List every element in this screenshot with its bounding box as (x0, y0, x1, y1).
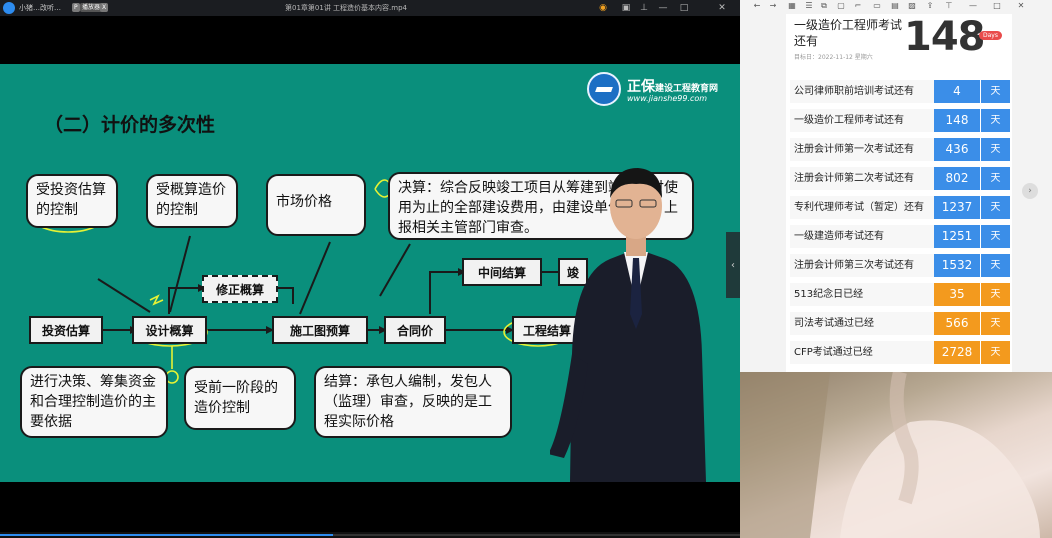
x-badge: X (100, 3, 109, 12)
playback-control-bar[interactable] (0, 532, 740, 538)
box-investment-estimate: 投资估算 (29, 316, 103, 344)
countdown-panel: ← → ▦ ☰ ⧉ ▢ ⌐ ▭ ▤ ▨ ⇪ ⊤ — □ ✕ 一级造价工程师考试还… (740, 0, 1052, 538)
countdown-value: 4 (934, 80, 980, 103)
featured-exam-title: 一级造价工程师考试还有 (794, 18, 903, 48)
countdown-label: 一级造价工程师考试还有 (790, 109, 934, 132)
crop-icon[interactable]: ⌐ (853, 1, 863, 11)
countdown-row[interactable]: 公司律师职前培训考试还有 4 天 (790, 80, 1010, 103)
minimize-icon[interactable]: — (657, 2, 669, 14)
countdown-row[interactable]: 513纪念日已经 35 天 (790, 283, 1010, 306)
target-date: 目标日：2022-11-12 星期六 (794, 54, 873, 61)
bubble-market-price: 市场价格 (266, 174, 366, 236)
countdown-row[interactable]: 一级建造师考试还有 1251 天 (790, 225, 1010, 248)
player-title-bar[interactable]: 小猪…改听… P 播放器 X 第01章第01讲 工程造价基本内容.mp4 ◉ ▣… (0, 0, 740, 16)
back-icon[interactable]: ← (752, 1, 762, 11)
countdown-row[interactable]: 一级造价工程师考试还有 148 天 (790, 109, 1010, 132)
gamepad-icon[interactable]: ◉ (597, 2, 609, 14)
countdown-unit: 天 (981, 109, 1010, 132)
countdown-value: 1237 (934, 196, 980, 219)
countdown-unit: 天 (981, 167, 1010, 190)
forward-icon[interactable]: → (768, 1, 778, 11)
box-construction-budget: 施工图预算 (272, 316, 368, 344)
video-player[interactable]: 小猪…改听… P 播放器 X 第01章第01讲 工程造价基本内容.mp4 ◉ ▣… (0, 0, 740, 538)
countdown-unit: 天 (981, 283, 1010, 306)
countdown-unit: 天 (981, 80, 1010, 103)
pin-icon[interactable]: ⊥ (638, 2, 650, 14)
countdown-card: 一级造价工程师考试还有 目标日：2022-11-12 星期六 148 Days … (786, 14, 1012, 372)
countdown-value: 1251 (934, 225, 980, 248)
p-badge: P (72, 3, 80, 12)
countdown-unit: 天 (981, 225, 1010, 248)
collapse-panel-button[interactable]: ‹ (726, 232, 740, 298)
progress-fill (0, 534, 333, 536)
panel-maximize-icon[interactable]: □ (992, 1, 1002, 11)
screenshot-icon[interactable]: ▣ (620, 2, 632, 14)
countdown-value: 802 (934, 167, 980, 190)
lecture-slide: 正保建设工程教育网 www.jianshe99.com （二）计价的多次性 受投… (0, 64, 740, 482)
image-icon[interactable]: ▨ (907, 1, 917, 11)
box-contract-price: 合同价 (384, 316, 446, 344)
window-icon[interactable]: ▢ (836, 1, 846, 11)
days-badge: Days (979, 31, 1002, 40)
bubble-budget-control: 受概算造价的控制 (146, 174, 238, 228)
countdown-label: 公司律师职前培训考试还有 (790, 80, 934, 103)
countdown-label: 司法考试通过已经 (790, 312, 934, 335)
countdown-row[interactable]: 注册会计师第一次考试还有 436 天 (790, 138, 1010, 161)
bubble-settlement: 结算：承包人编制，发包人（监理）审查，反映的是工程实际价格 (314, 366, 512, 438)
layers-icon[interactable]: ▭ (872, 1, 882, 11)
app-logo-icon (3, 2, 15, 14)
countdown-label: 专利代理师考试（暂定）还有 (790, 196, 934, 219)
grid-icon[interactable]: ▦ (787, 1, 797, 11)
countdown-unit: 天 (981, 341, 1010, 364)
countdown-label: 一级建造师考试还有 (790, 225, 934, 248)
player-badge: 播放器 (80, 3, 103, 12)
countdown-value: 1532 (934, 254, 980, 277)
countdown-value: 35 (934, 283, 980, 306)
countdown-value: 148 (934, 109, 980, 132)
close-icon[interactable]: ✕ (716, 2, 728, 14)
panel-close-icon[interactable]: ✕ (1016, 1, 1026, 11)
pin-window-icon[interactable]: ⊤ (944, 1, 954, 11)
countdown-unit: 天 (981, 312, 1010, 335)
countdown-unit: 天 (981, 254, 1010, 277)
countdown-row[interactable]: 注册会计师第三次考试还有 1532 天 (790, 254, 1010, 277)
panel-minimize-icon[interactable]: — (968, 1, 978, 11)
countdown-label: 注册会计师第一次考试还有 (790, 138, 934, 161)
countdown-row[interactable]: 专利代理师考试（暂定）还有 1237 天 (790, 196, 1010, 219)
menu-icon[interactable]: ☰ (804, 1, 814, 11)
maximize-icon[interactable]: □ (678, 2, 690, 14)
screen: 小猪…改听… P 播放器 X 第01章第01讲 工程造价基本内容.mp4 ◉ ▣… (0, 0, 1052, 538)
countdown-label: 注册会计师第三次考试还有 (790, 254, 934, 277)
webcam-image (740, 372, 1040, 538)
countdown-unit: 天 (981, 196, 1010, 219)
countdown-row[interactable]: 司法考试通过已经 566 天 (790, 312, 1010, 335)
bubble-prev-stage: 受前一阶段的造价控制 (184, 366, 296, 430)
bubble-decision-basis: 进行决策、筹集资金和合理控制造价的主要依据 (20, 366, 168, 438)
app-name: 小猪…改听… (19, 4, 61, 12)
countdown-label: 注册会计师第二次考试还有 (790, 167, 934, 190)
countdown-row[interactable]: 注册会计师第二次考试还有 802 天 (790, 167, 1010, 190)
countdown-row[interactable]: CFP考试通过已经 2728 天 (790, 341, 1010, 364)
countdown-unit: 天 (981, 138, 1010, 161)
countdown-value: 566 (934, 312, 980, 335)
copy-icon[interactable]: ⧉ (819, 1, 829, 11)
panel-toolbar: ← → ▦ ☰ ⧉ ▢ ⌐ ▭ ▤ ▨ ⇪ ⊤ — □ ✕ (740, 0, 1052, 14)
folder-icon[interactable]: ▤ (890, 1, 900, 11)
countdown-value: 2728 (934, 341, 980, 364)
bubble-investment-control: 受投资估算的控制 (26, 174, 118, 228)
scroll-handle-icon[interactable]: › (1022, 183, 1038, 199)
box-interim-settlement: 中间结算 (462, 258, 542, 286)
countdown-label: 513纪念日已经 (790, 283, 934, 306)
box-revised-estimate: 修正概算 (202, 275, 278, 303)
video-title: 第01章第01讲 工程造价基本内容.mp4 (285, 4, 407, 12)
presenter-figure (550, 168, 706, 482)
countdown-value: 436 (934, 138, 980, 161)
upload-icon[interactable]: ⇪ (925, 1, 935, 11)
box-design-estimate: 设计概算 (132, 316, 207, 344)
webcam-feed (740, 372, 1052, 538)
countdown-label: CFP考试通过已经 (790, 341, 934, 364)
featured-days-count: 148 (904, 14, 985, 60)
